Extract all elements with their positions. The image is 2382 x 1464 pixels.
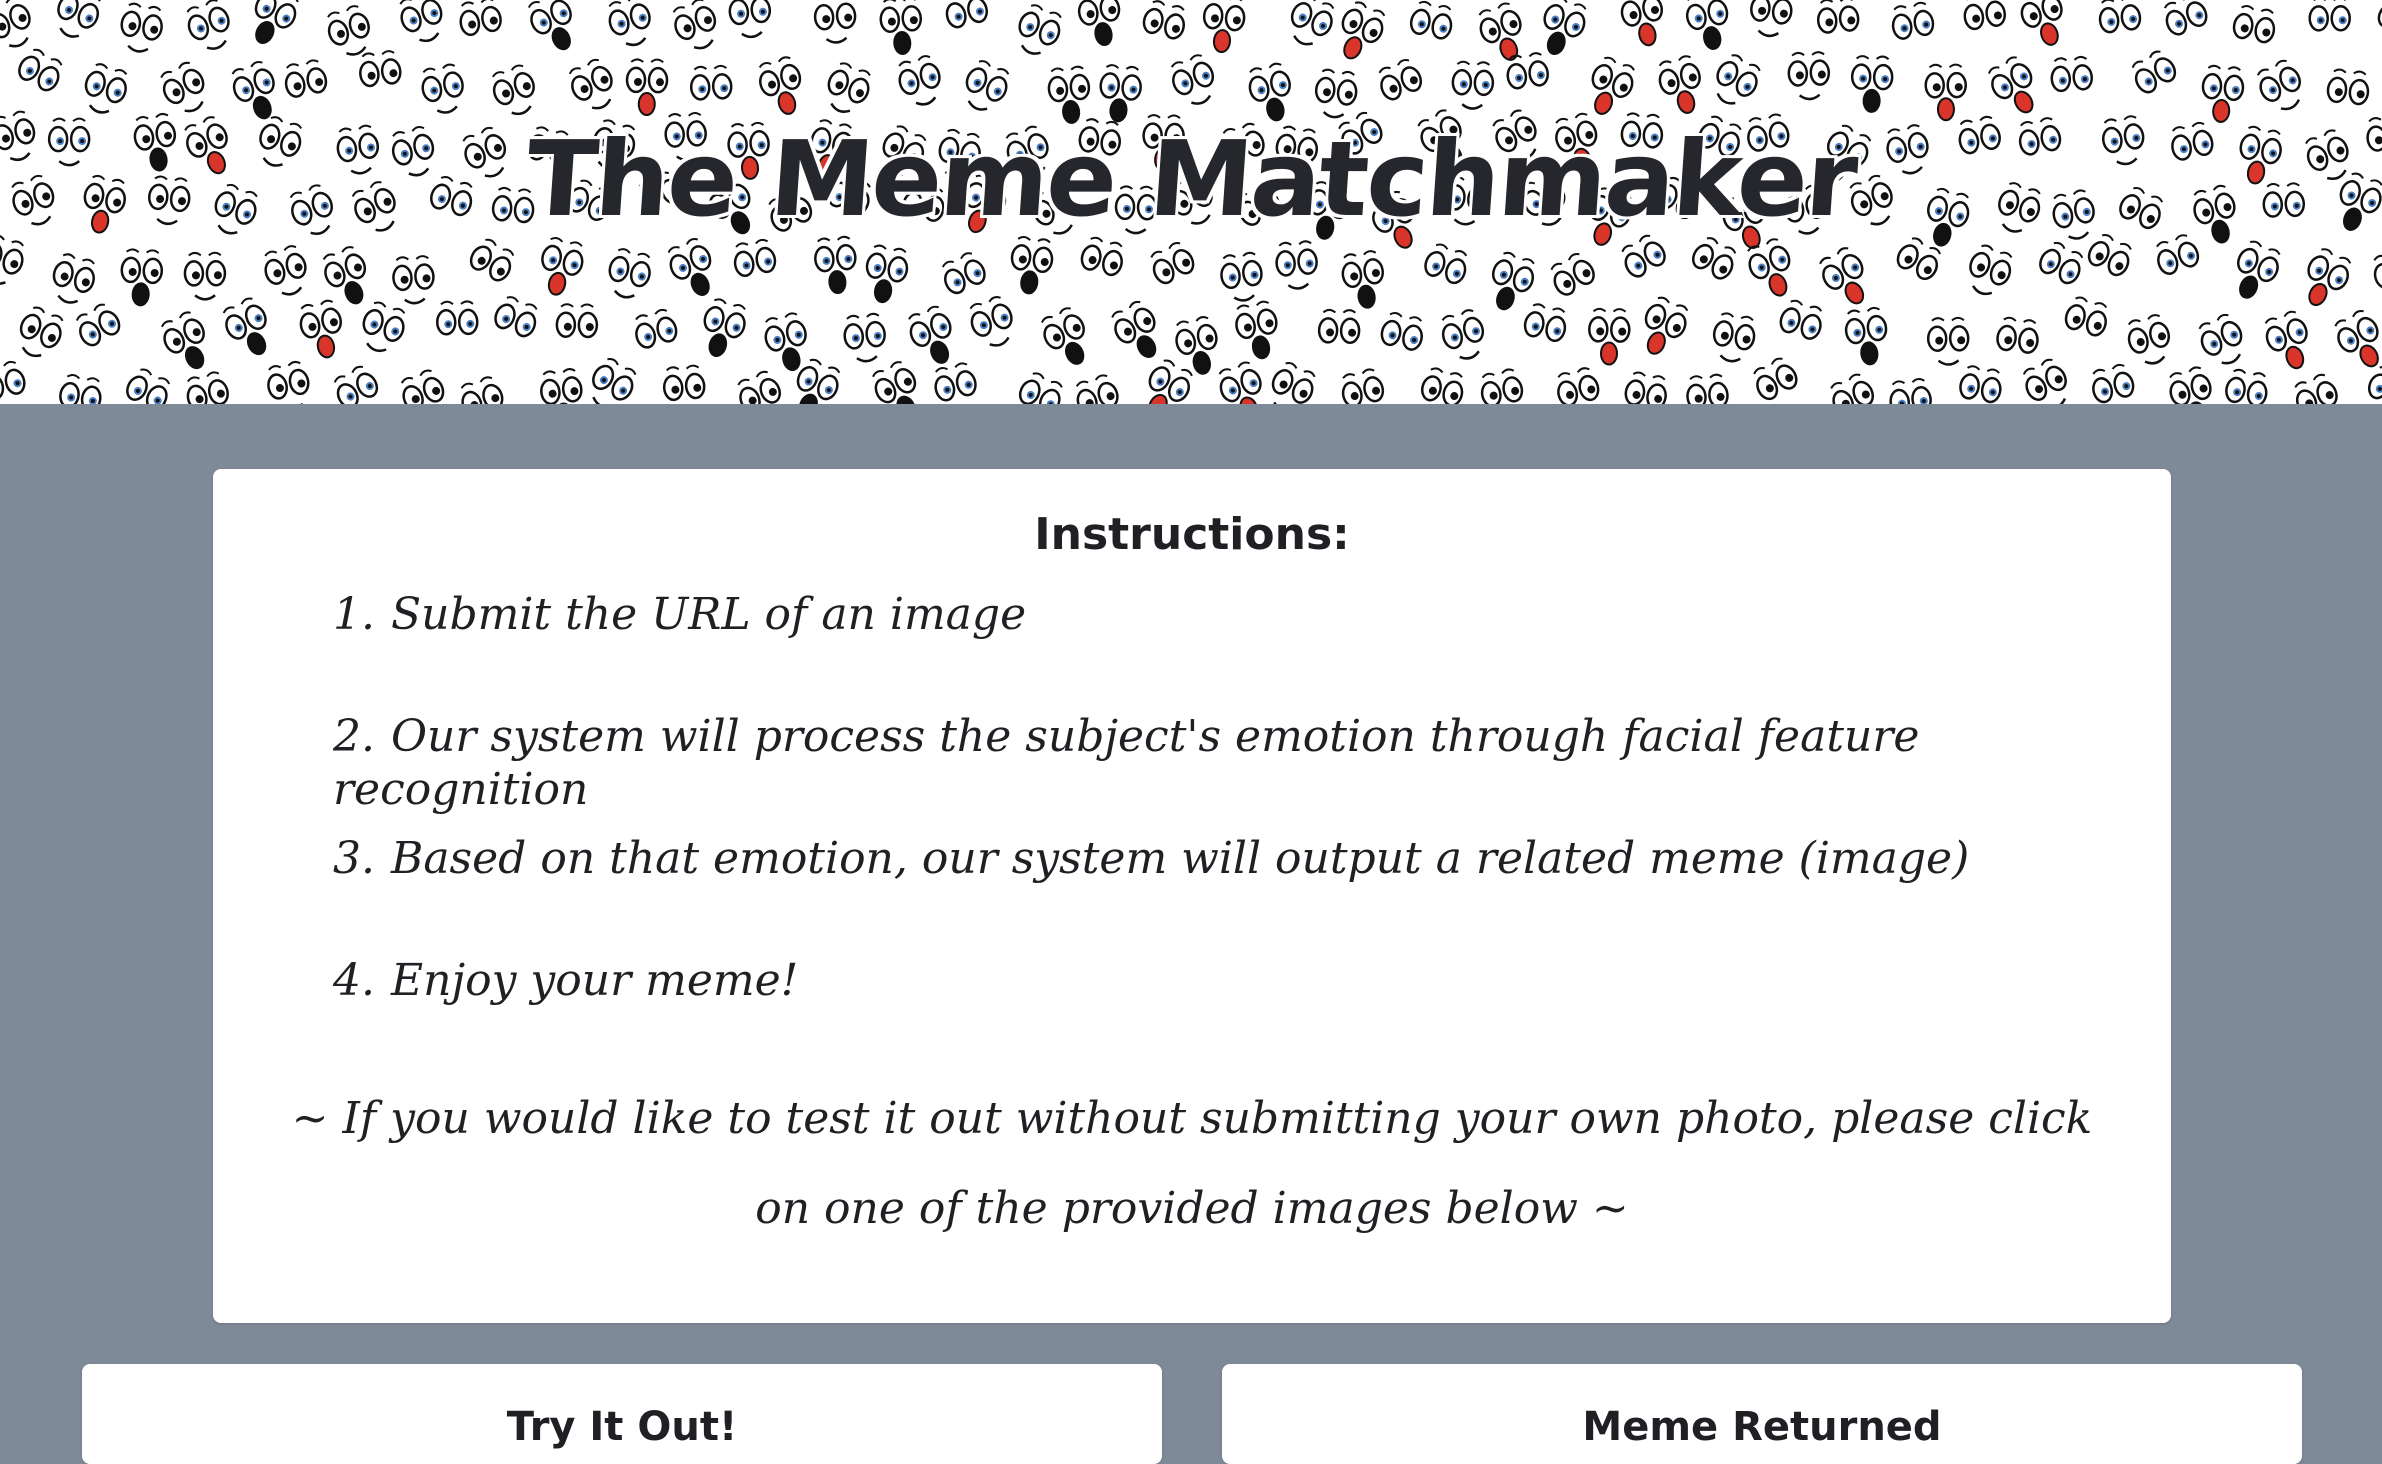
header-banner: The Meme Matchmaker [0, 0, 2382, 404]
instruction-step: 3.Based on that emotion, our system will… [333, 833, 2171, 955]
instructions-list: 1.Submit the URL of an image 2.Our syste… [333, 589, 2171, 1077]
try-it-out-panel: Try It Out! [82, 1364, 1162, 1464]
instructions-card: Instructions: 1.Submit the URL of an ima… [213, 469, 2171, 1323]
instruction-step: 4.Enjoy your meme! [333, 955, 2171, 1077]
instruction-step: 2.Our system will process the subject's … [333, 711, 2171, 833]
try-it-out-title: Try It Out! [82, 1404, 1162, 1450]
meme-returned-panel: Meme Returned [1222, 1364, 2302, 1464]
meme-returned-title: Meme Returned [1222, 1404, 2302, 1450]
instructions-heading: Instructions: [213, 509, 2171, 560]
instructions-note: ~ If you would like to test it out witho… [273, 1074, 2111, 1254]
instruction-step: 1.Submit the URL of an image [333, 589, 2171, 711]
page-title: The Meme Matchmaker [0, 118, 2382, 240]
